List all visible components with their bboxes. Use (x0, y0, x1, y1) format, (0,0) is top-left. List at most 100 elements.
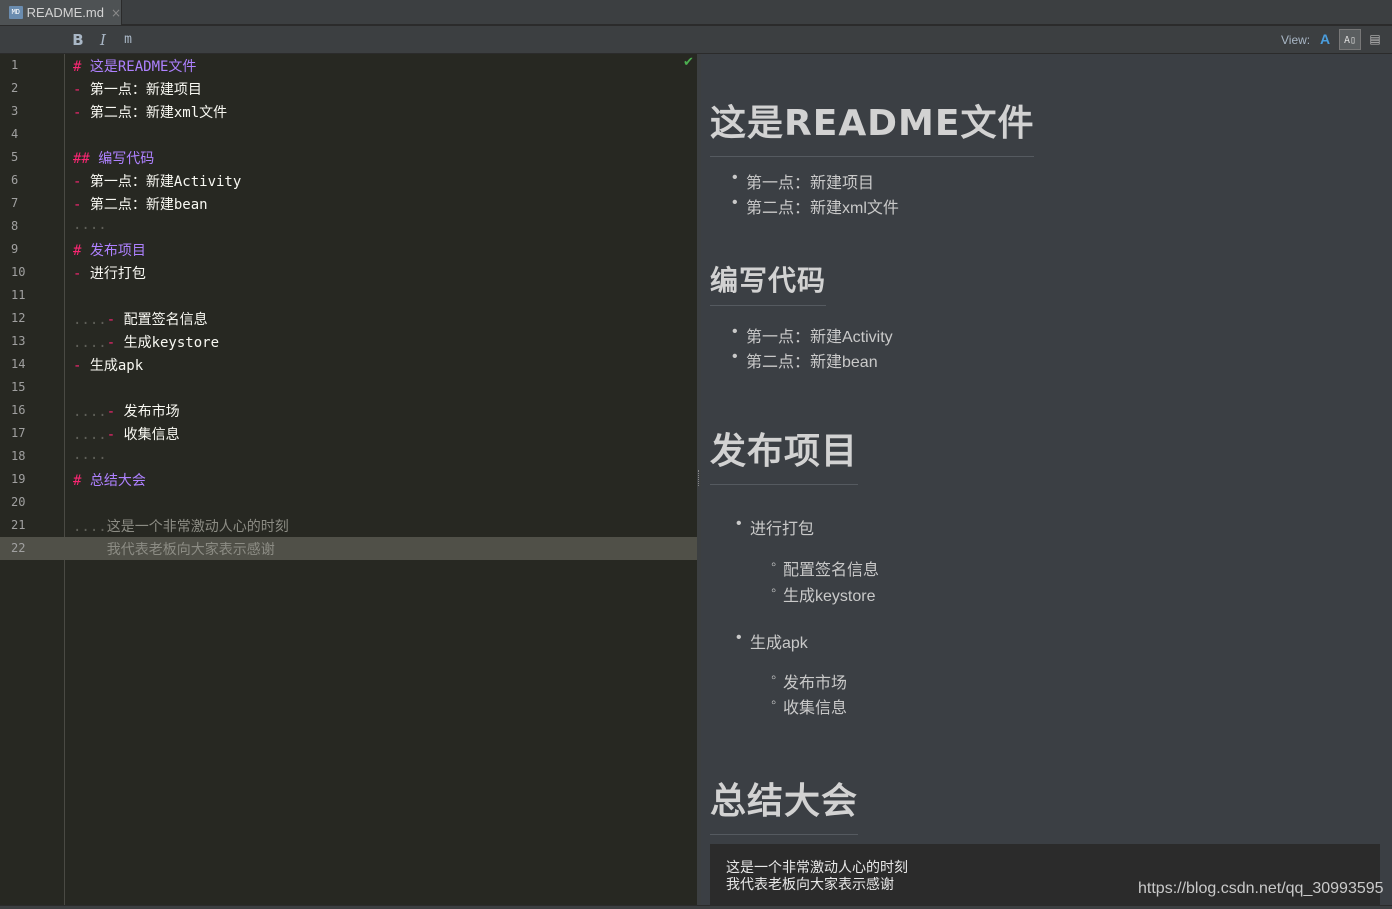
token-dots: .... (73, 312, 107, 328)
list-item: 收集信息 (771, 694, 847, 718)
tab-label: README.md (26, 5, 104, 20)
editor-line[interactable]: 8.... (0, 215, 697, 238)
line-text[interactable]: # 总结大会 (73, 470, 146, 490)
editor-line[interactable]: 22 我代表老板向大家表示感谢 (0, 537, 697, 560)
markdown-preview: 这是README文件 第一点：新建项目 第二点：新建xml文件 编写代码 第一点… (701, 54, 1392, 905)
token-text: 生成apk (89, 358, 144, 374)
close-icon[interactable]: × (111, 6, 121, 20)
list-item: 进行打包 (736, 515, 814, 539)
line-number: 21 (11, 518, 26, 532)
token-text: 发布市场 (123, 404, 180, 420)
bold-button[interactable]: B (68, 30, 88, 50)
line-number: 4 (11, 127, 19, 141)
inline-code-button[interactable]: m (118, 30, 138, 50)
line-text[interactable]: # 这是README文件 (73, 56, 196, 76)
line-text[interactable]: .... (73, 217, 107, 233)
line-number: 13 (11, 334, 26, 348)
token-htext: 这是README文件 (89, 59, 197, 75)
token-text: 收集信息 (123, 427, 180, 443)
line-number: 18 (11, 449, 26, 463)
editor-line[interactable]: 16 ....- 发布市场 (0, 399, 697, 422)
editor-line[interactable]: 14 - 生成apk (0, 353, 697, 376)
line-text[interactable]: - 第二点：新建bean (73, 194, 208, 214)
editor-line[interactable]: 17 ....- 收集信息 (0, 422, 697, 445)
editor-line[interactable]: 3 - 第二点：新建xml文件 (0, 100, 697, 123)
line-text[interactable]: ....- 生成keystore (73, 332, 219, 352)
line-text[interactable]: - 生成apk (73, 355, 143, 375)
editor-line[interactable]: 5 ## 编写代码 (0, 146, 697, 169)
line-number: 11 (11, 288, 26, 302)
editor-line[interactable]: 11 (0, 284, 697, 307)
token-text: 配置签名信息 (123, 312, 208, 328)
line-text[interactable]: ## 编写代码 (73, 148, 154, 168)
token-dots: .... (73, 519, 107, 535)
preview-heading-summary: 总结大会 (710, 772, 859, 835)
list-item: 第二点：新建xml文件 (732, 194, 899, 218)
view-split-button[interactable]: A▯ (1339, 29, 1361, 50)
token-dash: - (106, 335, 124, 351)
line-text[interactable]: - 进行打包 (73, 263, 146, 283)
italic-button[interactable]: I (93, 30, 113, 50)
editor-line[interactable]: 19 # 总结大会 (0, 468, 697, 491)
line-text[interactable]: ....- 收集信息 (73, 424, 180, 444)
line-text[interactable]: # 发布项目 (73, 240, 146, 260)
line-text[interactable]: - 第二点：新建xml文件 (73, 102, 227, 122)
token-text: 进行打包 (89, 266, 146, 282)
token-grey: 这是一个非常激动人心的时刻 (106, 519, 289, 535)
line-text[interactable]: .... (73, 447, 107, 463)
editor-line[interactable]: 21 ....这是一个非常激动人心的时刻 (0, 514, 697, 537)
line-text[interactable]: 我代表老板向大家表示感谢 (73, 539, 275, 559)
line-text[interactable]: ....- 配置签名信息 (73, 309, 208, 329)
line-number: 20 (11, 495, 26, 509)
drag-handle-icon[interactable] (698, 470, 700, 486)
editor-line[interactable]: 2 - 第一点：新建项目 (0, 77, 697, 100)
list-item: 第二点：新建bean (732, 348, 878, 372)
editor-line[interactable]: 18.... (0, 445, 697, 468)
editor-line[interactable]: 4 (0, 123, 697, 146)
tab-readme[interactable]: MD README.md × (0, 0, 122, 25)
token-htext: 编写代码 (98, 151, 155, 167)
token-dash: - (73, 105, 90, 121)
view-preview-only-button[interactable]: ▤ (1364, 29, 1386, 50)
editor-tab-bar: MD README.md × (0, 0, 1392, 25)
editor-line[interactable]: 6 - 第一点：新建Activity (0, 169, 697, 192)
editor-line[interactable]: 7 - 第二点：新建bean (0, 192, 697, 215)
editor-line[interactable]: 9 # 发布项目 (0, 238, 697, 261)
token-dots: .... (73, 335, 107, 351)
line-number: 1 (11, 58, 19, 72)
token-dots: .... (73, 217, 107, 233)
token-dots (73, 542, 107, 558)
token-dash: - (106, 404, 124, 420)
token-htext: 发布项目 (89, 243, 146, 259)
editor-line[interactable]: 20 (0, 491, 697, 514)
line-number: 22 (11, 541, 26, 555)
view-label: View: (1281, 33, 1311, 47)
preview-heading-readme: 这是README文件 (710, 94, 1035, 157)
token-text: 第二点：新建bean (89, 197, 208, 213)
line-text[interactable]: ....这是一个非常激动人心的时刻 (73, 516, 289, 536)
line-number: 5 (11, 150, 19, 164)
editor-line[interactable]: 1 # 这是README文件 (0, 54, 697, 77)
list-item: 第一点：新建项目 (732, 169, 874, 193)
token-dash: - (73, 82, 90, 98)
line-text[interactable]: - 第一点：新建项目 (73, 79, 202, 99)
editor-line[interactable]: 15 (0, 376, 697, 399)
line-text[interactable]: - 第一点：新建Activity (73, 171, 241, 191)
token-dash: - (106, 312, 124, 328)
view-editor-only-button[interactable]: A (1314, 29, 1336, 50)
ide-window: MD README.md × B I m View: A A▯ ▤ ✔ 1 # 这… (0, 0, 1392, 909)
editor-line[interactable]: 12 ....- 配置签名信息 (0, 307, 697, 330)
line-number: 3 (11, 104, 19, 118)
line-number: 14 (11, 357, 26, 371)
markdown-editor[interactable]: ✔ 1 # 这是README文件 2- 第一点：新建项目 3- 第二点：新建xml文件… (0, 54, 697, 905)
token-text: 第一点：新建Activity (89, 174, 242, 190)
token-htext: 总结大会 (89, 473, 146, 489)
token-text: 生成keystore (123, 335, 220, 351)
line-text[interactable]: ....- 发布市场 (73, 401, 180, 421)
list-item: 发布市场 (771, 669, 847, 693)
editor-line[interactable]: 13 ....- 生成keystore (0, 330, 697, 353)
editor-line[interactable]: 10 - 进行打包 (0, 261, 697, 284)
token-dash: - (73, 266, 90, 282)
token-hash: ## (73, 151, 99, 167)
line-number: 7 (11, 196, 19, 210)
